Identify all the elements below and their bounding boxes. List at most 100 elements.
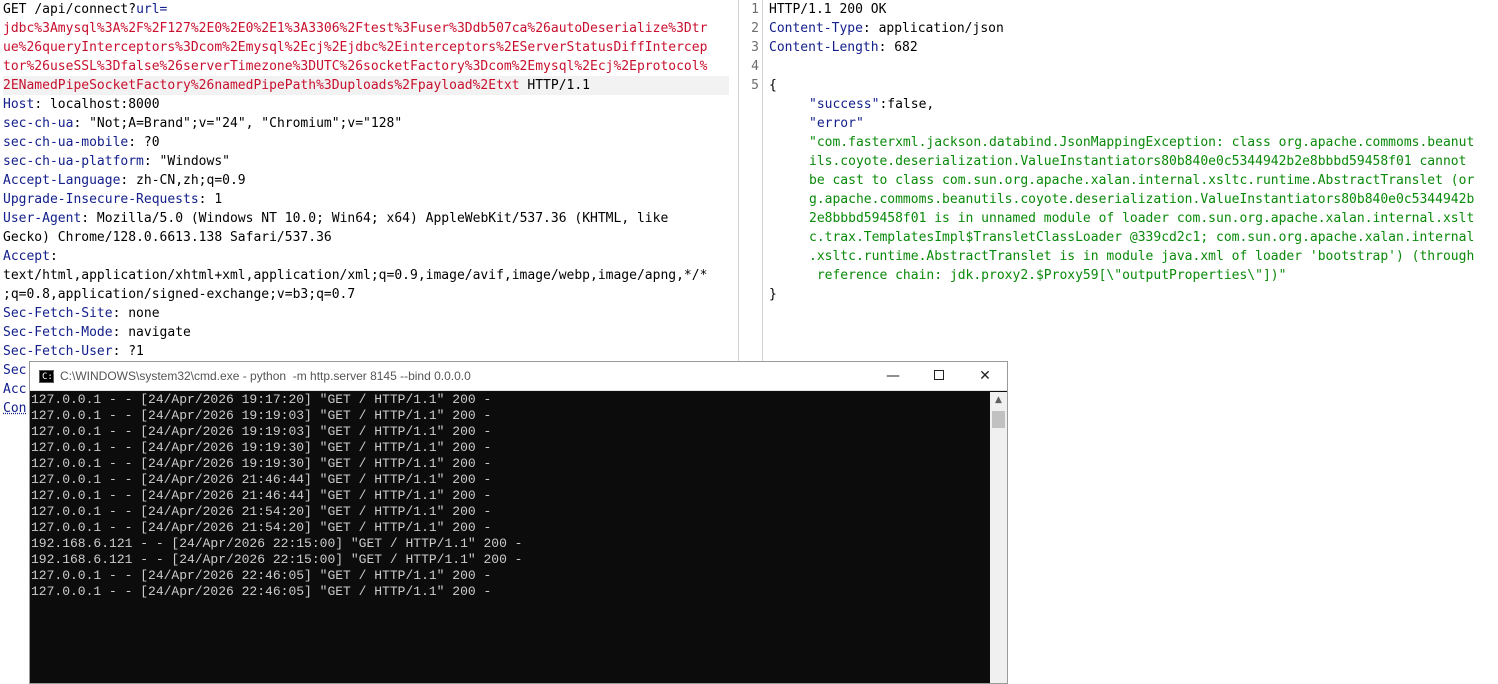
header-continuation[interactable]: Gecko) Chrome/128.0.6613.138 Safari/537.… bbox=[3, 228, 729, 247]
json-string: c.trax.TemplatesImpl$TransletClassLoader… bbox=[809, 230, 1475, 245]
log-line: 127.0.0.1 - - [24/Apr/2026 19:17:20] "GE… bbox=[31, 392, 492, 407]
log-line: 192.168.6.121 - - [24/Apr/2026 22:15:00]… bbox=[31, 552, 523, 567]
maximize-icon bbox=[934, 369, 944, 380]
log-line: 127.0.0.1 - - [24/Apr/2026 19:19:30] "GE… bbox=[31, 456, 492, 471]
header-value: application/json bbox=[870, 21, 1004, 36]
header-value: none bbox=[120, 306, 160, 321]
param-value: 2ENamedPipeSocketFactory%26namedPipePath… bbox=[3, 78, 520, 93]
json-line: "success":false, bbox=[809, 97, 935, 112]
param-value: ue%26queryInterceptors%3Dcom%2Emysql%2Ec… bbox=[3, 40, 708, 55]
header-line[interactable]: sec-ch-ua: "Not;A=Brand";v="24", "Chromi… bbox=[3, 114, 729, 133]
line-number: 4 bbox=[751, 59, 759, 74]
response-header: Content-Length: 682 bbox=[769, 40, 918, 55]
log-line: 127.0.0.1 - - [24/Apr/2026 21:54:20] "GE… bbox=[31, 504, 492, 519]
json-string: 2e8bbbd59458f01 is in unnamed module of … bbox=[809, 211, 1475, 226]
json-string: ils.coyote.deserialization.ValueInstanti… bbox=[809, 154, 1467, 169]
header-line[interactable]: Accept-Language: zh-CN,zh;q=0.9 bbox=[3, 171, 729, 190]
request-line[interactable]: GET /api/connect?url= bbox=[3, 0, 729, 19]
log-line: 127.0.0.1 - - [24/Apr/2026 19:19:03] "GE… bbox=[31, 424, 492, 439]
protocol: HTTP/1.1 bbox=[519, 78, 591, 93]
header-line[interactable]: Sec-Fetch-User: ?1 bbox=[3, 342, 729, 361]
header-name: Upgrade-Insecure-Requests bbox=[3, 192, 199, 207]
header-continuation[interactable]: text/html,application/xhtml+xml,applicat… bbox=[3, 266, 729, 285]
param-name: url= bbox=[136, 2, 168, 17]
cmd-titlebar[interactable]: C:\ C:\WINDOWS\system32\cmd.exe - python… bbox=[30, 362, 1007, 391]
url-line[interactable]: ue%26queryInterceptors%3Dcom%2Emysql%2Ec… bbox=[3, 38, 729, 57]
header-value: ?0 bbox=[136, 135, 160, 150]
header-name: Sec-Fetch-Site bbox=[3, 306, 113, 321]
cmd-console-output[interactable]: 127.0.0.1 - - [24/Apr/2026 19:17:20] "GE… bbox=[30, 392, 990, 683]
header-value: zh-CN,zh;q=0.9 bbox=[128, 173, 246, 188]
log-line: 127.0.0.1 - - [24/Apr/2026 22:46:05] "GE… bbox=[31, 568, 492, 583]
log-line: 127.0.0.1 - - [24/Apr/2026 19:19:30] "GE… bbox=[31, 440, 492, 455]
minimize-button[interactable]: — bbox=[870, 362, 916, 391]
url-line[interactable]: jdbc%3Amysql%3A%2F%2F127%2E0%2E0%2E1%3A3… bbox=[3, 19, 729, 38]
json-string: .xsltc.runtime.AbstractTranslet is in mo… bbox=[809, 249, 1475, 264]
header-line[interactable]: User-Agent: Mozilla/5.0 (Windows NT 10.0… bbox=[3, 209, 729, 228]
header-value: Mozilla/5.0 (Windows NT 10.0; Win64; x64… bbox=[89, 211, 669, 226]
line-number: 2 bbox=[751, 21, 759, 36]
log-line: 127.0.0.1 - - [24/Apr/2026 21:46:44] "GE… bbox=[31, 472, 492, 487]
header-value: navigate bbox=[120, 325, 191, 340]
cmd-window[interactable]: C:\ C:\WINDOWS\system32\cmd.exe - python… bbox=[29, 361, 1008, 684]
json-key: "error" bbox=[809, 116, 864, 131]
cmd-window-title: C:\WINDOWS\system32\cmd.exe - python -m … bbox=[60, 369, 471, 383]
header-value: "Windows" bbox=[151, 154, 230, 169]
header-line[interactable]: Host: localhost:8000 bbox=[3, 95, 729, 114]
method: GET bbox=[3, 2, 27, 17]
header-name-partial: Con bbox=[3, 401, 27, 416]
header-value: "Not;A=Brand";v="24", "Chromium";v="128" bbox=[81, 116, 403, 131]
json-string: be cast to class com.sun.org.apache.xala… bbox=[809, 173, 1475, 188]
header-name-partial: Acc bbox=[3, 382, 27, 397]
log-line: 192.168.6.121 - - [24/Apr/2026 22:15:00]… bbox=[31, 536, 523, 551]
header-line[interactable]: Sec-Fetch-Mode: navigate bbox=[3, 323, 729, 342]
header-name: Sec-Fetch-Mode bbox=[3, 325, 113, 340]
json-value: false, bbox=[887, 97, 935, 112]
json-key: "success" bbox=[809, 97, 880, 112]
log-line: 127.0.0.1 - - [24/Apr/2026 21:46:44] "GE… bbox=[31, 488, 492, 503]
header-name: Accept bbox=[3, 249, 50, 264]
header-value: Gecko) Chrome/128.0.6613.138 Safari/537.… bbox=[3, 230, 332, 245]
header-continuation[interactable]: ;q=0.8,application/signed-exchange;v=b3;… bbox=[3, 285, 729, 304]
header-line[interactable]: Sec-Fetch-Site: none bbox=[3, 304, 729, 323]
cmd-scrollbar[interactable]: ▲ bbox=[990, 392, 1007, 683]
response-header: Content-Type: application/json bbox=[769, 21, 1004, 36]
header-name: User-Agent bbox=[3, 211, 82, 226]
header-name: sec-ch-ua-mobile bbox=[3, 135, 129, 150]
header-value: text/html,application/xhtml+xml,applicat… bbox=[3, 268, 708, 283]
header-line[interactable]: Accept: bbox=[3, 247, 729, 266]
header-value: localhost:8000 bbox=[42, 97, 160, 112]
url-line-current[interactable]: 2ENamedPipeSocketFactory%26namedPipePath… bbox=[3, 76, 729, 95]
scroll-up-arrow-icon[interactable]: ▲ bbox=[990, 392, 1007, 409]
status-line: HTTP/1.1 200 OK bbox=[769, 2, 887, 17]
header-name: Content-Length bbox=[769, 40, 879, 55]
header-line[interactable]: sec-ch-ua-platform: "Windows" bbox=[3, 152, 729, 171]
close-icon: ✕ bbox=[979, 368, 991, 384]
scrollbar-thumb[interactable] bbox=[992, 411, 1005, 428]
cmd-app-icon: C:\ bbox=[39, 370, 58, 383]
log-line: 127.0.0.1 - - [24/Apr/2026 19:19:03] "GE… bbox=[31, 408, 492, 423]
json-string: "com.fasterxml.jackson.databind.JsonMapp… bbox=[809, 135, 1475, 150]
line-number: 3 bbox=[751, 40, 759, 55]
line-number: 1 bbox=[751, 2, 759, 17]
param-value: tor%26useSSL%3Dfalse%26serverTimezone%3D… bbox=[3, 59, 708, 74]
header-name: Content-Type bbox=[769, 21, 863, 36]
param-value: jdbc%3Amysql%3A%2F%2F127%2E0%2E0%2E1%3A3… bbox=[3, 21, 708, 36]
json-string: reference chain: jdk.proxy2.$Proxy59[\"o… bbox=[809, 268, 1287, 283]
header-line[interactable]: Upgrade-Insecure-Requests: 1 bbox=[3, 190, 729, 209]
url-line[interactable]: tor%26useSSL%3Dfalse%26serverTimezone%3D… bbox=[3, 57, 729, 76]
header-value: ?1 bbox=[120, 344, 144, 359]
json-brace-open: { bbox=[769, 78, 777, 93]
maximize-button[interactable] bbox=[916, 362, 962, 391]
json-string: g.apache.commoms.beanutils.coyote.deseri… bbox=[809, 192, 1475, 207]
log-line: 127.0.0.1 - - [24/Apr/2026 22:46:05] "GE… bbox=[31, 584, 492, 599]
header-name-partial: Sec bbox=[3, 363, 27, 378]
header-name: Sec-Fetch-User bbox=[3, 344, 113, 359]
header-name: Host bbox=[3, 97, 35, 112]
header-line[interactable]: sec-ch-ua-mobile: ?0 bbox=[3, 133, 729, 152]
request-path: /api/connect? bbox=[34, 2, 137, 17]
header-name: sec-ch-ua-platform bbox=[3, 154, 144, 169]
close-button[interactable]: ✕ bbox=[962, 362, 1007, 391]
log-line: 127.0.0.1 - - [24/Apr/2026 21:54:20] "GE… bbox=[31, 520, 492, 535]
header-name: sec-ch-ua bbox=[3, 116, 74, 131]
